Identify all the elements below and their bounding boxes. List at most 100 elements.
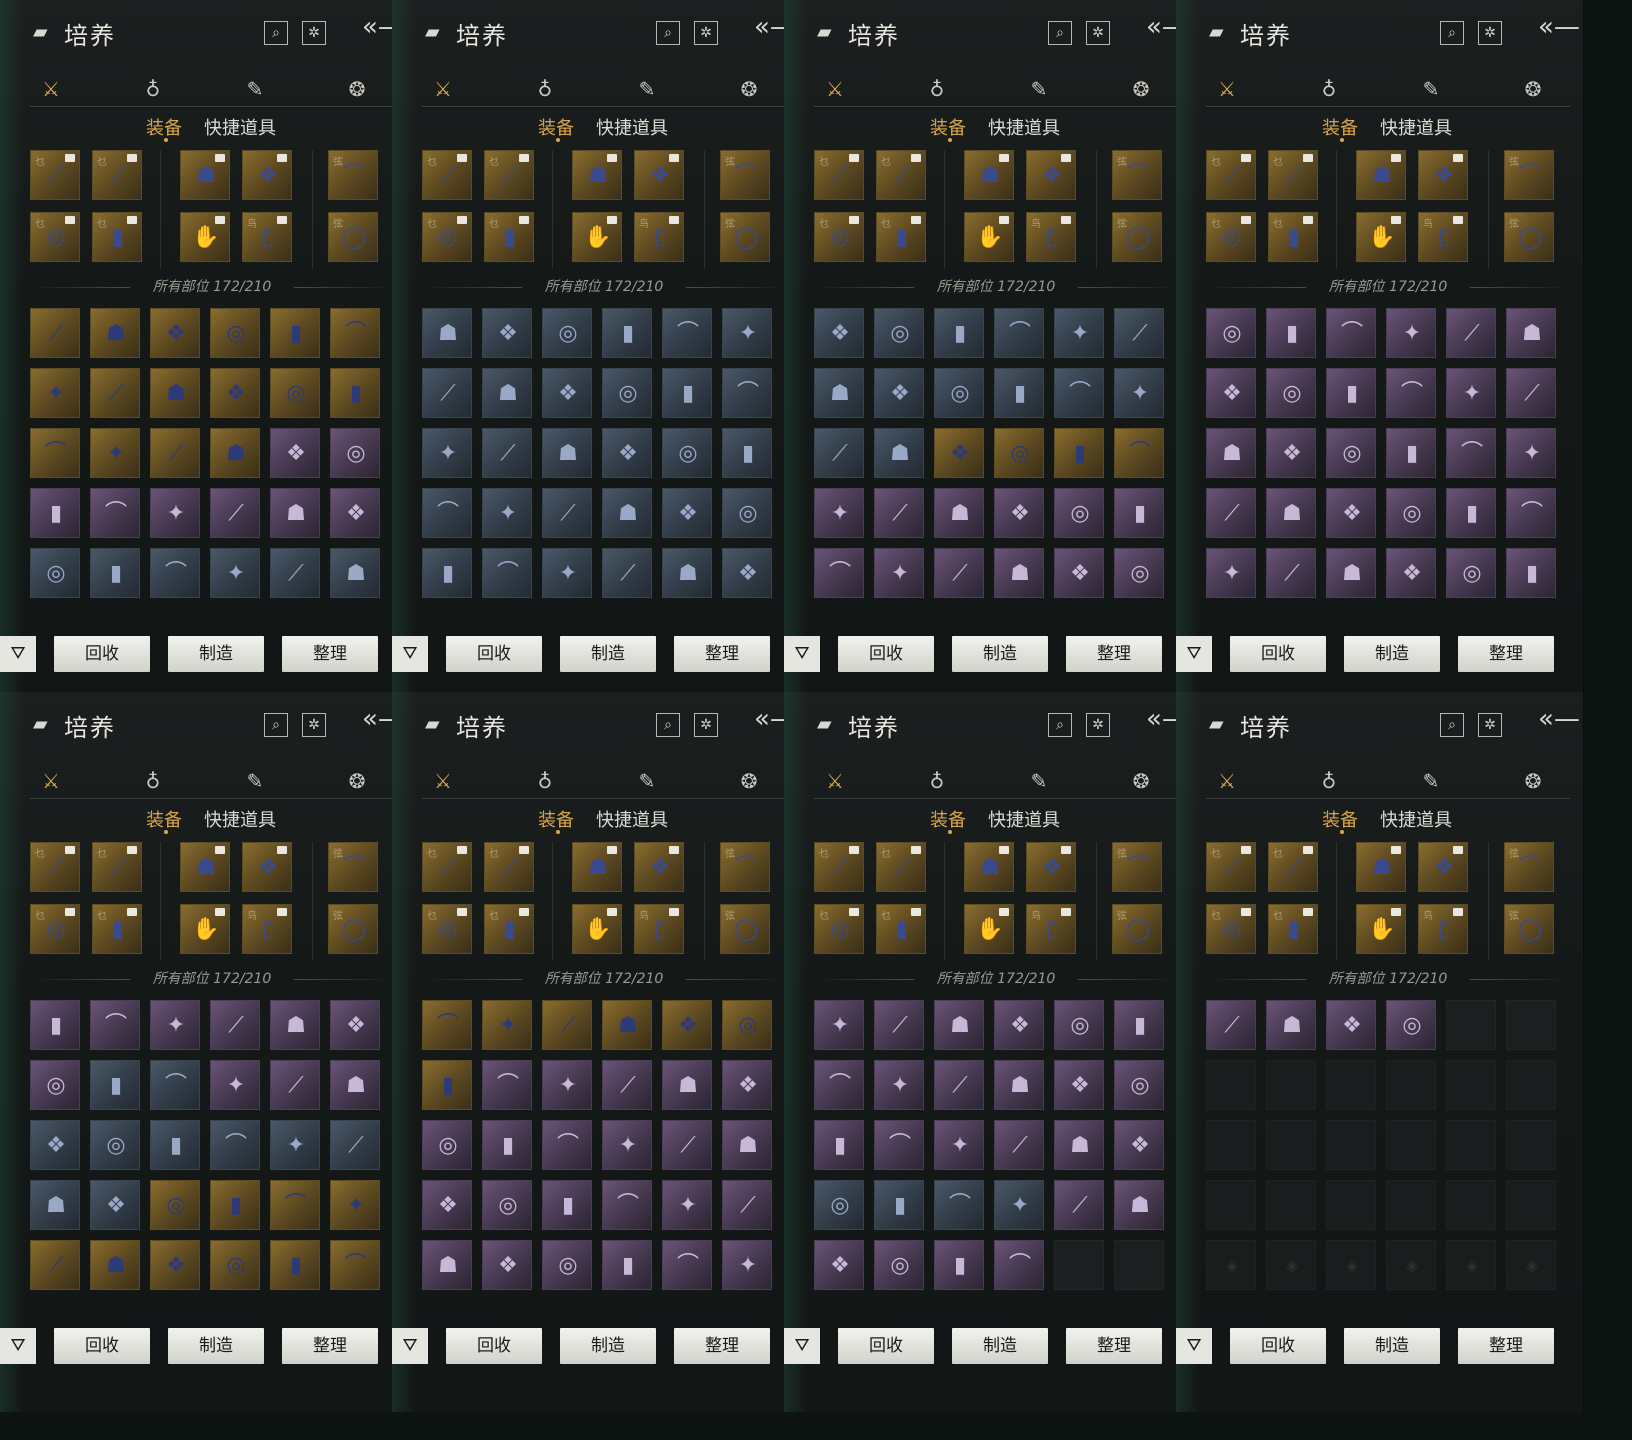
- sort-button[interactable]: 整理: [1066, 636, 1162, 672]
- inventory-slot[interactable]: ⌒: [90, 1000, 140, 1050]
- token-icon[interactable]: ❂: [1520, 768, 1546, 794]
- inventory-slot[interactable]: ⌒: [330, 308, 380, 358]
- craft-button[interactable]: 制造: [168, 1328, 264, 1364]
- gear-icon[interactable]: ✲: [1086, 713, 1110, 737]
- inventory-slot[interactable]: ⟋: [1266, 548, 1316, 598]
- equipped-slot[interactable]: 乜 ▮: [92, 212, 142, 262]
- inventory-slot[interactable]: ⟋: [90, 368, 140, 418]
- inventory-slot[interactable]: ☗: [1506, 308, 1556, 358]
- inventory-slot[interactable]: ⟋: [30, 308, 80, 358]
- inventory-slot[interactable]: ☗: [994, 1060, 1044, 1110]
- inventory-slot[interactable]: ✦: [482, 488, 532, 538]
- equipped-slot[interactable]: ❖: [1418, 150, 1468, 200]
- equipped-slot[interactable]: 鸟 ▯: [1418, 212, 1468, 262]
- equipped-slot[interactable]: ✋: [572, 212, 622, 262]
- inventory-slot[interactable]: ◎: [1386, 1000, 1436, 1050]
- inventory-slot[interactable]: ▮: [90, 1060, 140, 1110]
- inventory-slot[interactable]: ▮: [1446, 488, 1496, 538]
- equipped-slot[interactable]: ✋: [1356, 904, 1406, 954]
- equipped-slot[interactable]: 乜 ⟋: [1206, 150, 1256, 200]
- gear-icon[interactable]: ✲: [1478, 713, 1502, 737]
- tab-equipment[interactable]: 装备: [146, 806, 182, 832]
- sort-button[interactable]: 整理: [282, 636, 378, 672]
- equipped-slot[interactable]: 乜 ⟋: [484, 150, 534, 200]
- inventory-slot[interactable]: ✦: [90, 428, 140, 478]
- inventory-slot[interactable]: ☗: [150, 368, 200, 418]
- equipped-slot[interactable]: 鸟 ▯: [1026, 212, 1076, 262]
- inventory-slot[interactable]: ❖: [814, 308, 864, 358]
- inventory-slot[interactable]: ▮: [994, 368, 1044, 418]
- inventory-slot[interactable]: ✦: [270, 1120, 320, 1170]
- inventory-slot[interactable]: ▮: [330, 368, 380, 418]
- inventory-slot[interactable]: ✦: [1446, 368, 1496, 418]
- inventory-slot[interactable]: ◎: [874, 308, 924, 358]
- inventory-slot[interactable]: ⟋: [602, 1060, 652, 1110]
- inventory-slot[interactable]: ⟋: [1054, 1180, 1104, 1230]
- crossed-swords-icon[interactable]: ⚔: [430, 76, 456, 102]
- inventory-slot[interactable]: ⟋: [1206, 488, 1256, 538]
- inventory-slot[interactable]: ❖: [1054, 1060, 1104, 1110]
- token-icon[interactable]: ❂: [736, 76, 762, 102]
- inventory-slot[interactable]: ▮: [482, 1120, 532, 1170]
- inventory-slot[interactable]: ⌒: [934, 1180, 984, 1230]
- craft-button[interactable]: 制造: [168, 636, 264, 672]
- inventory-slot[interactable]: ⟋: [210, 1000, 260, 1050]
- equipped-slot[interactable]: 弦 ⌒: [720, 150, 770, 200]
- inventory-slot[interactable]: ⟋: [1506, 368, 1556, 418]
- inventory-slot[interactable]: ☗: [934, 488, 984, 538]
- equipped-slot[interactable]: ❖: [242, 150, 292, 200]
- equipped-slot[interactable]: 乜 ⟋: [876, 842, 926, 892]
- inventory-slot[interactable]: ◎: [874, 1240, 924, 1290]
- inventory-slot[interactable]: ❖: [602, 428, 652, 478]
- craft-button[interactable]: 制造: [952, 1328, 1048, 1364]
- inventory-slot[interactable]: ⌒: [482, 548, 532, 598]
- inventory-slot[interactable]: ◎: [210, 308, 260, 358]
- inventory-slot[interactable]: ◎: [210, 1240, 260, 1290]
- inventory-slot[interactable]: ☗: [90, 1240, 140, 1290]
- recycle-button[interactable]: 回收: [838, 636, 934, 672]
- inventory-slot[interactable]: ◎: [1386, 488, 1436, 538]
- tab-quick-items[interactable]: 快捷道具: [204, 806, 276, 832]
- inventory-slot[interactable]: ✦: [814, 488, 864, 538]
- equipped-slot[interactable]: 弦 ◯: [720, 212, 770, 262]
- inventory-slot[interactable]: ✦: [422, 428, 472, 478]
- inventory-slot[interactable]: ☗: [934, 1000, 984, 1050]
- tab-equipment[interactable]: 装备: [146, 114, 182, 140]
- inventory-slot[interactable]: ◎: [602, 368, 652, 418]
- equipped-slot[interactable]: 乜 ◎: [30, 904, 80, 954]
- search-icon[interactable]: ⌕: [264, 713, 288, 737]
- tab-quick-items[interactable]: 快捷道具: [988, 114, 1060, 140]
- inventory-slot[interactable]: ✦: [1206, 548, 1256, 598]
- sort-button[interactable]: 整理: [674, 1328, 770, 1364]
- inventory-slot[interactable]: ⟋: [1446, 308, 1496, 358]
- equipped-slot[interactable]: 乜 ▮: [484, 212, 534, 262]
- filter-icon[interactable]: ⛛: [0, 1328, 36, 1364]
- crossed-swords-icon[interactable]: ⚔: [1214, 768, 1240, 794]
- inventory-slot[interactable]: ⌒: [210, 1120, 260, 1170]
- sort-button[interactable]: 整理: [1066, 1328, 1162, 1364]
- token-icon[interactable]: ❂: [1128, 76, 1154, 102]
- equipped-slot[interactable]: ☗: [1356, 842, 1406, 892]
- inventory-slot[interactable]: ▮: [1114, 488, 1164, 538]
- crossed-swords-icon[interactable]: ⚔: [822, 768, 848, 794]
- scroll-icon[interactable]: ✎: [1026, 76, 1052, 102]
- inventory-slot[interactable]: ▮: [542, 1180, 592, 1230]
- inventory-slot[interactable]: ❖: [422, 1180, 472, 1230]
- inventory-slot[interactable]: ◎: [542, 308, 592, 358]
- inventory-slot[interactable]: ✦: [1114, 368, 1164, 418]
- inventory-slot[interactable]: ☗: [1326, 548, 1376, 598]
- equipped-slot[interactable]: 弦 ⌒: [328, 842, 378, 892]
- recycle-button[interactable]: 回收: [1230, 1328, 1326, 1364]
- inventory-slot[interactable]: ❖: [994, 488, 1044, 538]
- inventory-slot[interactable]: ✦: [210, 548, 260, 598]
- inventory-slot[interactable]: ⟋: [542, 1000, 592, 1050]
- inventory-slot[interactable]: ❖: [722, 1060, 772, 1110]
- inventory-slot[interactable]: ⟋: [330, 1120, 380, 1170]
- craft-button[interactable]: 制造: [1344, 1328, 1440, 1364]
- inventory-slot[interactable]: ☗: [1114, 1180, 1164, 1230]
- inventory-slot[interactable]: ⟋: [210, 488, 260, 538]
- gear-icon[interactable]: ✲: [1086, 21, 1110, 45]
- crossed-swords-icon[interactable]: ⚔: [38, 768, 64, 794]
- inventory-slot[interactable]: ⌒: [150, 1060, 200, 1110]
- inventory-slot[interactable]: ✦: [662, 1180, 712, 1230]
